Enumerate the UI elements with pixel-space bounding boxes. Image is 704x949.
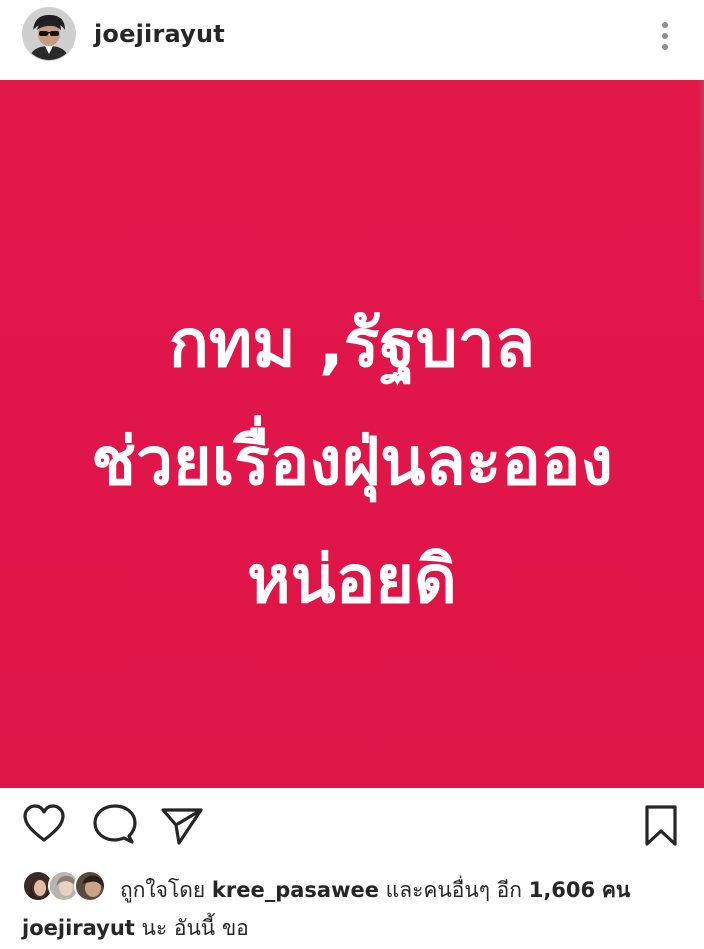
likes-summary[interactable]: ถูกใจโดย kree_pasawee และคนอื่นๆ อีก 1,6… <box>120 874 630 907</box>
bookmark-icon[interactable] <box>642 804 680 852</box>
paper-plane-icon[interactable] <box>160 806 204 850</box>
post-image-line: กทม ,รัฐบาล <box>168 305 536 382</box>
likes-prefix: ถูกใจโดย <box>120 878 206 902</box>
scroll-shadow <box>698 80 704 300</box>
profile-photo-icon <box>23 8 75 60</box>
liker-avatars[interactable] <box>22 870 112 902</box>
caption-username[interactable]: joejirayut <box>22 916 135 940</box>
likes-count[interactable]: 1,606 <box>529 878 595 902</box>
post-caption: joejirayut นะ อันนี้ ขอ <box>22 912 249 945</box>
avatar[interactable] <box>23 8 75 60</box>
heart-outline-icon[interactable] <box>22 804 66 848</box>
vertical-dots-icon[interactable] <box>650 18 680 54</box>
liker-username[interactable]: kree_pasawee <box>212 878 379 902</box>
post-header: joejirayut <box>0 0 704 78</box>
likes-suffix: คน <box>601 878 631 902</box>
post-image[interactable]: กทม ,รัฐบาล ช่วยเรื่องฝุ่นละออง หน่อยดิ <box>0 80 704 788</box>
speech-bubble-icon[interactable] <box>93 804 137 850</box>
caption-text: นะ อันนี้ ขอ <box>141 916 249 940</box>
action-bar <box>0 798 704 858</box>
post-image-line: ช่วยเรื่องฝุ่นละออง <box>91 423 613 500</box>
post-image-line: หน่อยดิ <box>247 541 457 618</box>
post-image-text: กทม ,รัฐบาล ช่วยเรื่องฝุ่นละออง หน่อยดิ <box>0 285 704 639</box>
avatar <box>74 870 106 902</box>
likes-row: ถูกใจโดย kree_pasawee และคนอื่นๆ อีก 1,6… <box>22 868 702 906</box>
likes-middle: และคนอื่นๆ อีก <box>385 878 523 902</box>
post-username[interactable]: joejirayut <box>94 20 225 48</box>
